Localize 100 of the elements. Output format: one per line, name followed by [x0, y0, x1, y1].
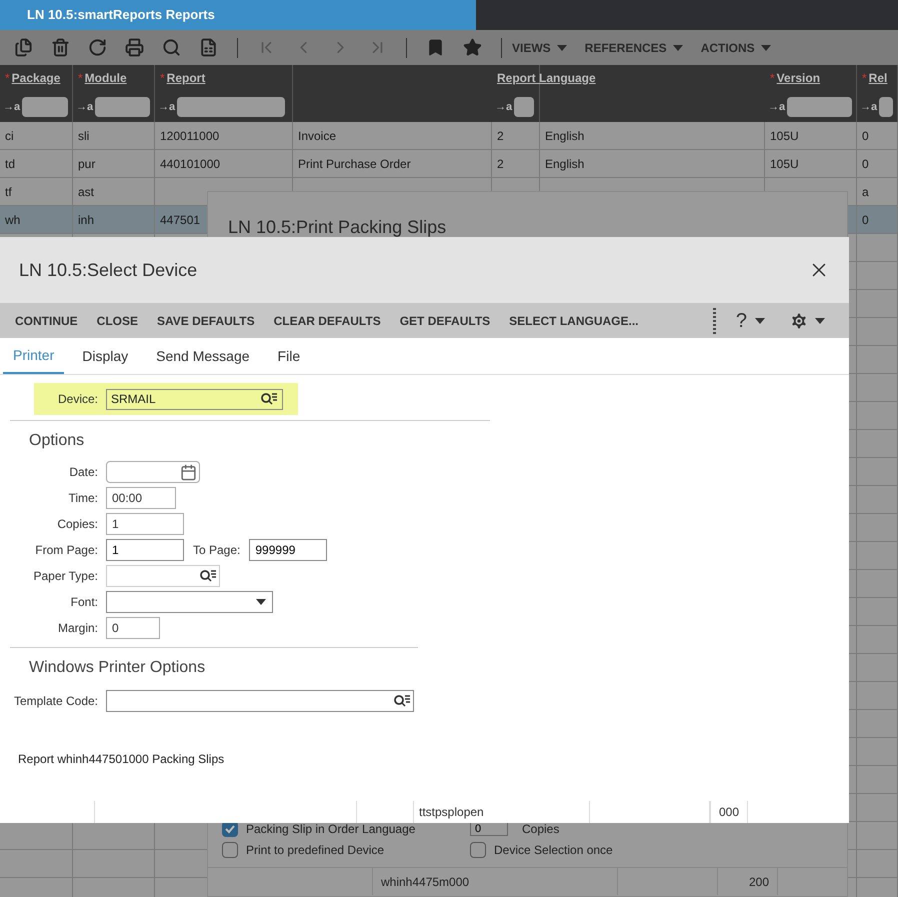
check-icon	[225, 824, 235, 834]
menu-button[interactable]: ACTIONS	[700, 38, 771, 56]
table-cell-text: 0	[862, 128, 869, 144]
required-mark: *	[78, 70, 83, 87]
action-button[interactable]: GET DEFAULTS	[400, 312, 490, 330]
field-label: Time:	[67, 490, 98, 507]
table-cell-text: Print Purchase Order	[298, 156, 411, 172]
required-mark: *	[5, 70, 10, 87]
text-field[interactable]: 1	[106, 539, 184, 561]
device-field[interactable]: SRMAIL	[106, 388, 284, 410]
field-label: Margin:	[56, 620, 98, 637]
checkbox-label: Print to predefined Device	[246, 842, 384, 859]
table-cell-text: 000	[718, 804, 740, 821]
column-header[interactable]: Report Language	[497, 69, 596, 87]
gear-icon	[789, 310, 809, 330]
tab[interactable]: Send Message	[146, 338, 260, 374]
table-cell-text: 0	[862, 156, 869, 172]
filter-field[interactable]	[514, 97, 534, 117]
field-label: Paper Type:	[32, 568, 98, 585]
text-field[interactable]: 999999	[249, 539, 328, 561]
field-label: From Page:	[34, 542, 98, 559]
table-cell-text: 440101000	[160, 156, 220, 172]
table-cell-text: pur	[78, 156, 96, 172]
action-button[interactable]: SELECT LANGUAGE...	[509, 312, 638, 330]
field-label: Copies	[522, 821, 560, 838]
action-button[interactable]: CLEAR DEFAULTS	[274, 312, 381, 330]
field-label: Template Code:	[12, 693, 98, 710]
filter-field[interactable]	[22, 97, 68, 117]
column-header[interactable]: Package	[12, 69, 60, 87]
calendar-icon[interactable]	[180, 464, 197, 480]
search-list-icon[interactable]	[199, 569, 217, 583]
table-cell-text: English	[545, 156, 584, 172]
table-cell-text: 105U	[770, 156, 799, 172]
table-cell-text: ast	[78, 184, 94, 200]
column-header[interactable]: Module	[84, 69, 127, 87]
tab[interactable]: Printer	[3, 338, 64, 374]
table-cell-text: wh	[5, 212, 20, 228]
date-field[interactable]	[106, 461, 200, 483]
table-cell-text: ci	[5, 128, 14, 144]
tab[interactable]: File	[268, 338, 310, 374]
menu-button[interactable]: REFERENCES	[584, 38, 683, 56]
filter-field[interactable]	[177, 97, 286, 117]
field-label: Font:	[70, 594, 98, 611]
table-cell-text: whinh4475m000	[381, 874, 470, 890]
table-row[interactable]: ci sli 120011000 Invoice 2 English 105U 0	[0, 122, 898, 150]
action-button[interactable]: CONTINUE	[15, 312, 78, 330]
text-field[interactable]: 1	[106, 513, 184, 535]
action-button[interactable]: SAVE DEFAULTS	[157, 312, 255, 330]
table-cell-text: 2	[497, 156, 504, 172]
tab[interactable]: Display	[72, 338, 138, 374]
table-cell-text: td	[5, 156, 16, 172]
lookup-field[interactable]	[106, 565, 220, 587]
table-cell-text: inh	[78, 212, 94, 228]
checkbox-label: Device Selection once	[494, 842, 613, 859]
section-title: Options	[28, 431, 86, 451]
caret-icon	[815, 318, 825, 324]
filter-mode[interactable]: →a	[158, 98, 176, 116]
section-title: Windows Printer Options	[28, 658, 206, 678]
field-label: To Page:	[193, 542, 240, 559]
column-header[interactable]: Rel	[868, 69, 888, 87]
field-label: Device:	[58, 391, 98, 408]
table-cell-text: ttstpsplopen	[419, 804, 484, 821]
field-label: Date:	[68, 464, 98, 481]
text-field[interactable]: 00:00	[106, 487, 176, 509]
column-header[interactable]: Version	[776, 69, 820, 87]
checkbox[interactable]	[222, 842, 238, 858]
filter-mode[interactable]: →a	[768, 98, 786, 116]
caret-icon	[760, 44, 771, 50]
lookup-field[interactable]	[106, 690, 414, 712]
checkbox-label: Packing Slip in Order Language	[246, 821, 416, 838]
caret-icon	[556, 44, 567, 50]
table-cell-text: Invoice	[298, 128, 336, 144]
table-row[interactable]: td pur 440101000 Print Purchase Order 2 English 105U 0	[0, 150, 898, 178]
table-cell-text: tf	[5, 184, 12, 200]
search-list-icon[interactable]	[260, 392, 278, 406]
menu-button[interactable]: VIEWS	[512, 38, 567, 56]
filter-mode[interactable]: →a	[3, 98, 20, 116]
caret-icon	[256, 599, 266, 605]
dialog-title: LN 10.5:Select Device	[19, 258, 198, 282]
window-tab[interactable]: LN 10.5:smartReports Reports	[0, 0, 476, 30]
help-button[interactable]: ?	[736, 306, 765, 336]
search-list-icon[interactable]	[393, 694, 411, 708]
filter-mode[interactable]: →a	[76, 98, 94, 116]
text-field[interactable]: 0	[106, 617, 160, 639]
filter-mode[interactable]: →a	[495, 98, 512, 116]
required-mark: *	[770, 70, 775, 87]
checkbox[interactable]	[470, 842, 486, 858]
filter-field[interactable]	[879, 97, 893, 117]
required-mark: *	[862, 70, 867, 87]
more-icon[interactable]	[712, 308, 716, 334]
filter-mode[interactable]: →a	[860, 98, 878, 116]
table-cell-text: 0	[862, 212, 869, 228]
column-header[interactable]: Report	[166, 69, 206, 87]
table-cell-text: 120011000	[160, 128, 220, 144]
table-cell-text: 200	[748, 874, 769, 890]
settings-button[interactable]	[789, 310, 825, 330]
filter-field[interactable]	[95, 97, 150, 117]
action-button[interactable]: CLOSE	[96, 312, 138, 330]
filter-field[interactable]	[787, 97, 852, 117]
required-mark: *	[160, 70, 165, 87]
